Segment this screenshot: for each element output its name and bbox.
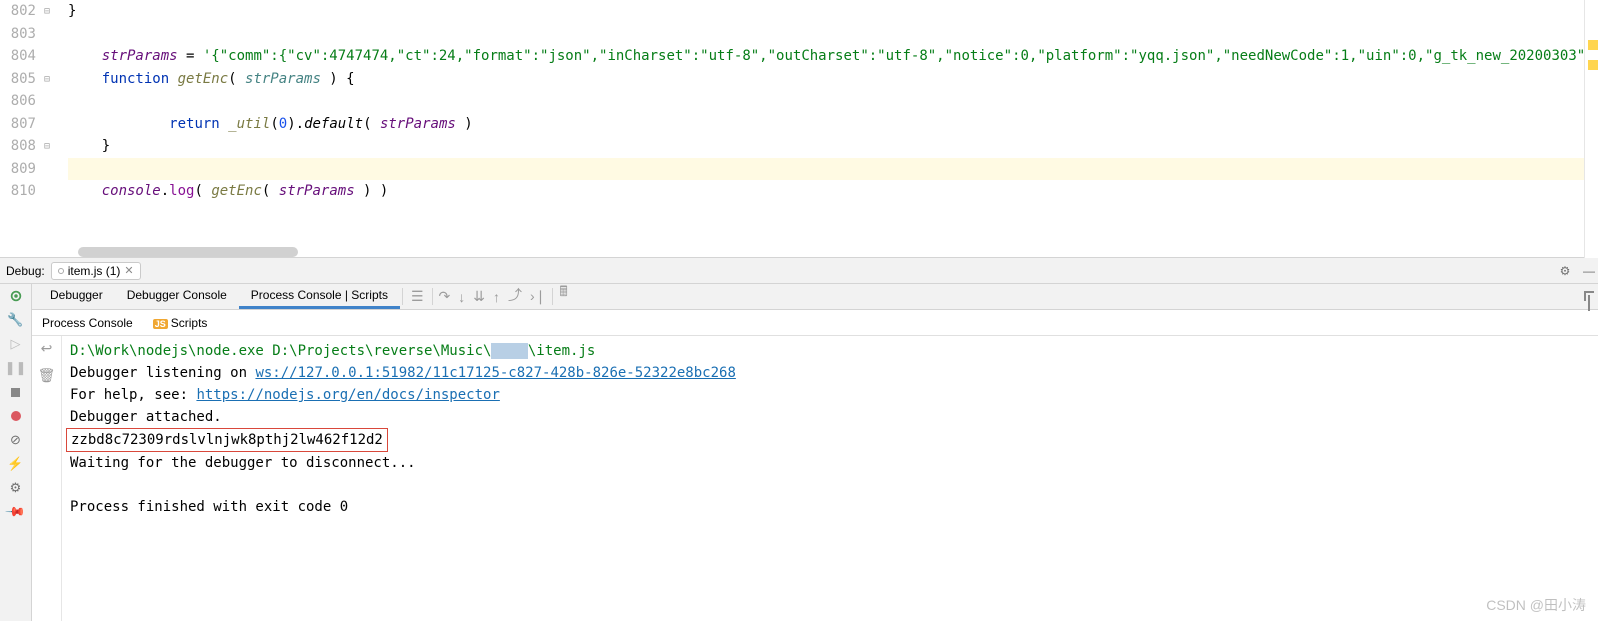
code-line[interactable] [68, 90, 1598, 113]
error-stripe[interactable] [1584, 0, 1598, 258]
clear-icon[interactable]: 🗑 [38, 367, 56, 384]
console-line: Debugger listening on ws://127.0.0.1:519… [70, 362, 1590, 384]
code-column[interactable]: } strParams = '{"comm":{"cv":4747474,"ct… [68, 0, 1598, 257]
debug-main: Debugger Debugger Console Process Consol… [32, 284, 1598, 621]
run-to-cursor-icon[interactable]: ›❘ [526, 284, 550, 309]
pin-icon[interactable]: 📌 [8, 504, 24, 520]
fold-toggle[interactable]: ⊟ [44, 74, 50, 85]
tab-debugger-console[interactable]: Debugger Console [115, 284, 239, 309]
highlighted-output: zzbd8c72309rdslvlnjwk8pthj2lw462f12d2 [66, 428, 388, 452]
console-line: zzbd8c72309rdslvlnjwk8pthj2lw462f12d2 [70, 428, 1590, 452]
rerun-icon[interactable] [8, 288, 24, 304]
code-line[interactable] [68, 158, 1598, 181]
fold-toggle[interactable]: ⊟ [44, 6, 50, 17]
close-icon[interactable]: ✕ [124, 264, 133, 277]
force-step-into-icon[interactable]: ⇊ [469, 284, 489, 309]
redacted-segment [491, 343, 527, 359]
debug-tabs: Debugger Debugger Console Process Consol… [32, 284, 1598, 310]
debug-toolbar: 🔧 ▷ ❚❚ ⊘ ⚡ ⚙ 📌 [0, 284, 32, 621]
code-line[interactable] [68, 23, 1598, 46]
tab-debugger[interactable]: Debugger [38, 284, 115, 309]
view-breakpoints-icon[interactable] [8, 408, 24, 424]
code-line[interactable]: } [68, 135, 1598, 158]
pause-icon[interactable]: ❚❚ [8, 360, 24, 376]
code-line[interactable]: } [68, 0, 1598, 23]
restore-layout-icon[interactable] [1588, 295, 1590, 309]
watermark: CSDN @田小涛 [1486, 595, 1586, 615]
evaluate-icon[interactable]: 🖩 [555, 277, 571, 309]
console-line: Waiting for the debugger to disconnect..… [70, 452, 1590, 474]
layout-icon[interactable]: ☰ [405, 284, 430, 309]
debug-header: Debug: item.js (1) ✕ ⚙ — [0, 258, 1598, 284]
ws-link[interactable]: ws://127.0.0.1:51982/11c17125-c827-428b-… [255, 365, 735, 381]
subtab-process-console[interactable]: Process Console [38, 314, 137, 332]
horizontal-scrollbar[interactable] [78, 247, 298, 257]
console-line: Debugger attached. [70, 406, 1590, 428]
soft-wrap-icon[interactable]: ↩ [41, 340, 53, 357]
warning-marker[interactable] [1588, 40, 1598, 50]
drop-frame-icon[interactable]: ⤴ [504, 281, 526, 309]
code-line[interactable]: function getEnc( strParams ) { [68, 68, 1598, 91]
gear-icon[interactable]: ⚙ [1556, 262, 1574, 280]
debug-label: Debug: [6, 264, 45, 278]
gutter: 802803804805806807808809810 [0, 0, 42, 257]
code-line[interactable]: strParams = '{"comm":{"cv":4747474,"ct":… [68, 45, 1598, 68]
fold-column: ⊟ ⊟ ⊟ [42, 0, 68, 257]
step-over-icon[interactable]: ↷ [435, 284, 455, 309]
step-into-icon[interactable]: ↓ [454, 285, 469, 309]
tab-process-console[interactable]: Process Console | Scripts [239, 284, 400, 309]
mute-breakpoints-icon[interactable]: ⊘ [8, 432, 24, 448]
console-line [70, 474, 1590, 496]
console-toolbar: ↩ 🗑 [32, 336, 62, 621]
code-line[interactable]: console.log( getEnc( strParams ) ) [68, 180, 1598, 203]
console-line: Process finished with exit code 0 [70, 496, 1590, 518]
thread-dump-icon[interactable]: ⚡ [8, 456, 24, 472]
settings-icon[interactable]: ⚙ [8, 480, 24, 496]
help-link[interactable]: https://nodejs.org/en/docs/inspector [196, 387, 499, 403]
code-editor[interactable]: 802803804805806807808809810 ⊟ ⊟ ⊟ } strPar… [0, 0, 1598, 258]
resume-icon[interactable]: ▷ [8, 336, 24, 352]
run-config-name: item.js (1) [68, 264, 121, 278]
fold-toggle[interactable]: ⊟ [44, 141, 50, 152]
console-output[interactable]: D:\Work\nodejs\node.exe D:\Projects\reve… [62, 336, 1598, 621]
warning-marker[interactable] [1588, 60, 1598, 70]
modify-run-config-icon[interactable]: 🔧 [8, 312, 24, 328]
stop-icon[interactable] [8, 384, 24, 400]
breakpoint-icon [58, 268, 64, 274]
code-line[interactable]: return _util(0).default( strParams ) [68, 113, 1598, 136]
console-line: For help, see: https://nodejs.org/en/doc… [70, 384, 1590, 406]
console-line: D:\Work\nodejs\node.exe D:\Projects\reve… [70, 340, 1590, 362]
subtab-scripts[interactable]: JSScripts [149, 314, 212, 332]
minimize-icon[interactable]: — [1580, 262, 1598, 280]
console-body: ↩ 🗑 D:\Work\nodejs\node.exe D:\Projects\… [32, 336, 1598, 621]
debug-panel: 🔧 ▷ ❚❚ ⊘ ⚡ ⚙ 📌 Debugger Debugger Console… [0, 284, 1598, 621]
step-out-icon[interactable]: ↑ [489, 285, 504, 309]
sub-tabs: Process Console JSScripts [32, 310, 1598, 336]
js-icon: JS [153, 319, 168, 329]
run-config-chip[interactable]: item.js (1) ✕ [51, 262, 141, 280]
